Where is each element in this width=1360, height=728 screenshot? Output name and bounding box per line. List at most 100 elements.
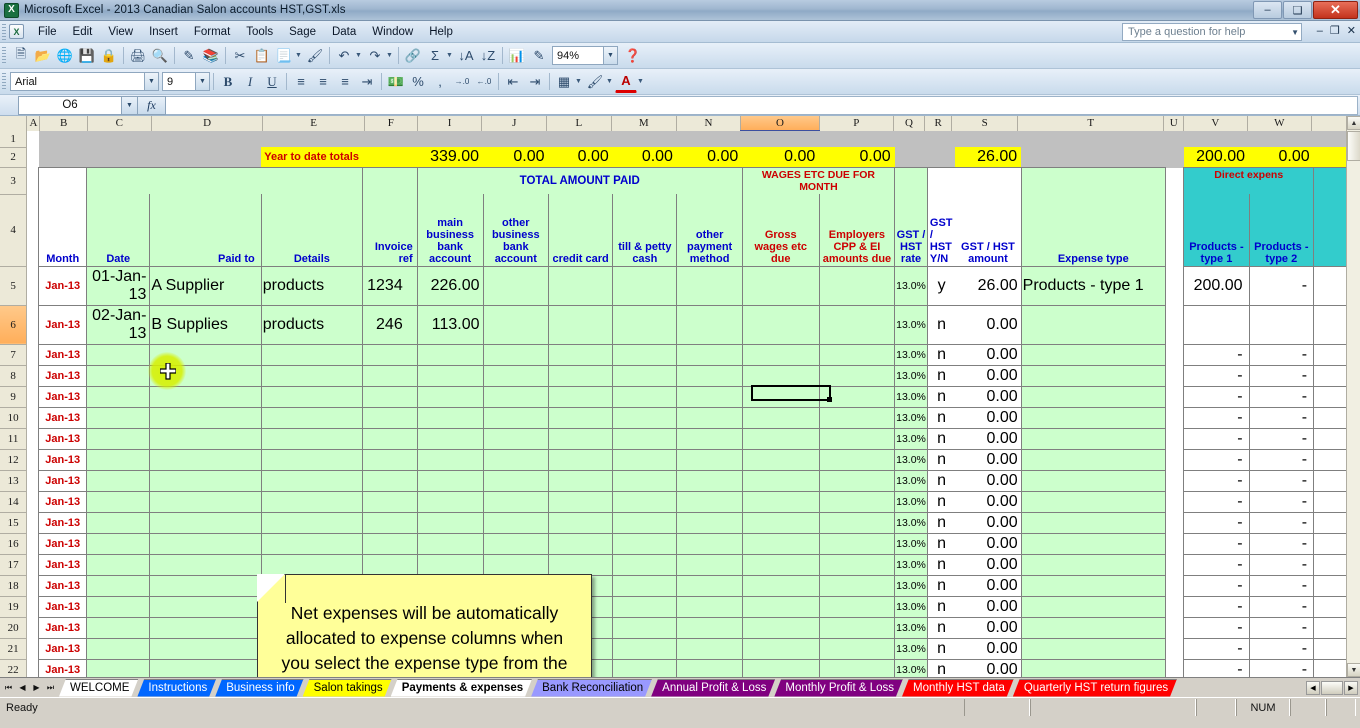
cell-E4-details-header[interactable]: Details — [261, 194, 362, 266]
cell-I8-mainbank[interactable] — [417, 365, 483, 386]
cell-V18-products1[interactable]: - — [1184, 575, 1249, 596]
cell-P4-employers-header[interactable]: Employers CPP & EI amounts due — [819, 194, 894, 266]
cell-R12-hstyn[interactable]: n — [927, 449, 955, 470]
cell-L2-ytd[interactable]: 0.00 — [549, 147, 613, 168]
cell-L8-creditcard[interactable] — [549, 365, 613, 386]
cell-T9-expensetype[interactable] — [1021, 386, 1165, 407]
cell-Q19-hstrate[interactable]: 13.0% — [895, 596, 928, 617]
cell-W7-products2[interactable]: - — [1249, 344, 1314, 365]
table-row[interactable]: 8Jan-1313.0%n0.00-- — [0, 365, 1360, 386]
cell-R7-hstyn[interactable]: n — [927, 344, 955, 365]
col-header-V[interactable]: V — [1184, 116, 1248, 131]
cell-T17-expensetype[interactable] — [1021, 554, 1165, 575]
menu-item-help[interactable]: Help — [421, 24, 461, 40]
note-callout[interactable]: Net expenses will be automatically alloc… — [257, 574, 592, 677]
cell-O10-grosswages[interactable] — [742, 407, 819, 428]
save-web-icon[interactable]: 🌐 — [54, 45, 76, 67]
cell-B9-month[interactable]: Jan-13 — [39, 386, 87, 407]
cell-M14-tillcash[interactable] — [613, 491, 677, 512]
cell-W13-products2[interactable]: - — [1249, 470, 1314, 491]
row-header-16[interactable]: 16 — [0, 533, 27, 554]
cell-C13-date[interactable] — [87, 470, 150, 491]
cell-Q4-hstrate-header[interactable]: GST / HST rate — [895, 194, 928, 266]
cell-C15-date[interactable] — [87, 512, 150, 533]
scroll-down-arrow-icon[interactable]: ▼ — [1347, 663, 1360, 677]
cell-A19[interactable] — [27, 596, 39, 617]
cell-D5-paidto[interactable]: A Supplier — [150, 266, 261, 305]
cell-V15-products1[interactable]: - — [1184, 512, 1249, 533]
cell-Q21-hstrate[interactable]: 13.0% — [895, 638, 928, 659]
table-row[interactable]: 2 Year to date totals 339.00 0.00 0.00 0… — [0, 147, 1360, 168]
undo-dropdown-icon[interactable]: ▼ — [355, 52, 364, 59]
row-header-21[interactable]: 21 — [0, 638, 27, 659]
cell-C9-date[interactable] — [87, 386, 150, 407]
cell-V19-products1[interactable]: - — [1184, 596, 1249, 617]
cell-V16-products1[interactable]: - — [1184, 533, 1249, 554]
cell-B7-month[interactable]: Jan-13 — [39, 344, 87, 365]
font-size-input[interactable]: 9 — [162, 72, 196, 91]
cell-U13[interactable] — [1165, 470, 1183, 491]
cell-R15-hstyn[interactable]: n — [927, 512, 955, 533]
cell-D20-paidto[interactable] — [150, 617, 261, 638]
cell-B14-month[interactable]: Jan-13 — [39, 491, 87, 512]
undo-icon[interactable]: ↶ — [333, 45, 355, 67]
menu-item-view[interactable]: View — [100, 24, 141, 40]
sheet-tab-annual-profit-loss[interactable]: Annual Profit & Loss — [651, 679, 775, 697]
cell-T2[interactable] — [1021, 147, 1165, 168]
align-right-icon[interactable]: ≡ — [334, 71, 356, 93]
cell-P18-employers[interactable] — [819, 575, 894, 596]
cell-B11-month[interactable]: Jan-13 — [39, 428, 87, 449]
cell-T15-expensetype[interactable] — [1021, 512, 1165, 533]
spelling-icon[interactable]: ✎ — [178, 45, 200, 67]
cell-V5-products1[interactable]: 200.00 — [1184, 266, 1249, 305]
cell-Q7-hstrate[interactable]: 13.0% — [895, 344, 928, 365]
cell-C8-date[interactable] — [87, 365, 150, 386]
cell-U4[interactable] — [1165, 194, 1183, 266]
cell-O22-grosswages[interactable] — [742, 659, 819, 677]
cell-N6-otherpay[interactable] — [677, 305, 742, 344]
col-header-F[interactable]: F — [364, 116, 417, 131]
cell-A4[interactable] — [27, 194, 39, 266]
cell-L12-creditcard[interactable] — [549, 449, 613, 470]
cell-A8[interactable] — [27, 365, 39, 386]
cell-W9-products2[interactable]: - — [1249, 386, 1314, 407]
cell-N2-ytd[interactable]: 0.00 — [677, 147, 742, 168]
cell-P5-employers[interactable] — [819, 266, 894, 305]
cell-A2[interactable] — [27, 147, 39, 168]
cell-D9-paidto[interactable] — [150, 386, 261, 407]
cell-D16-paidto[interactable] — [150, 533, 261, 554]
cell-O2-ytd[interactable]: 0.00 — [742, 147, 819, 168]
row-header-13[interactable]: 13 — [0, 470, 27, 491]
cell-S8-hstamount[interactable]: 0.00 — [955, 365, 1021, 386]
cell-S13-hstamount[interactable]: 0.00 — [955, 470, 1021, 491]
cell-C10-date[interactable] — [87, 407, 150, 428]
underline-button[interactable]: U — [261, 71, 283, 93]
row-header-9[interactable]: 9 — [0, 386, 27, 407]
table-row[interactable]: 3 TOTAL AMOUNT PAID WAGES ETC DUE FOR MO… — [0, 168, 1360, 195]
menu-item-sage[interactable]: Sage — [281, 24, 324, 40]
cell-V22-products1[interactable]: - — [1184, 659, 1249, 677]
cell-W4-products2-header[interactable]: Products - type 2 — [1249, 194, 1314, 266]
cell-R18-hstyn[interactable]: n — [927, 575, 955, 596]
col-header-J[interactable]: J — [482, 116, 547, 131]
cell-A20[interactable] — [27, 617, 39, 638]
cell-M15-tillcash[interactable] — [613, 512, 677, 533]
cell-R10-hstyn[interactable]: n — [927, 407, 955, 428]
cell-U8[interactable] — [1165, 365, 1183, 386]
cell-U9[interactable] — [1165, 386, 1183, 407]
cell-J4-otherbank-header[interactable]: other business bank account — [483, 194, 549, 266]
cell-S4-hstamount-header[interactable]: GST / HST amount — [955, 194, 1021, 266]
cell-T21-expensetype[interactable] — [1021, 638, 1165, 659]
cell-E15-details[interactable] — [261, 512, 362, 533]
cell-P14-employers[interactable] — [819, 491, 894, 512]
cell-P10-employers[interactable] — [819, 407, 894, 428]
cell-A16[interactable] — [27, 533, 39, 554]
cell-R9-hstyn[interactable]: n — [927, 386, 955, 407]
cell-F3[interactable] — [363, 168, 418, 195]
cell-D11-paidto[interactable] — [150, 428, 261, 449]
cell-P2-ytd[interactable]: 0.00 — [819, 147, 894, 168]
table-row[interactable]: 11Jan-1313.0%n0.00-- — [0, 428, 1360, 449]
cell-E17-details[interactable] — [261, 554, 362, 575]
cell-P8-employers[interactable] — [819, 365, 894, 386]
formatting-grip-handle[interactable] — [2, 73, 6, 91]
